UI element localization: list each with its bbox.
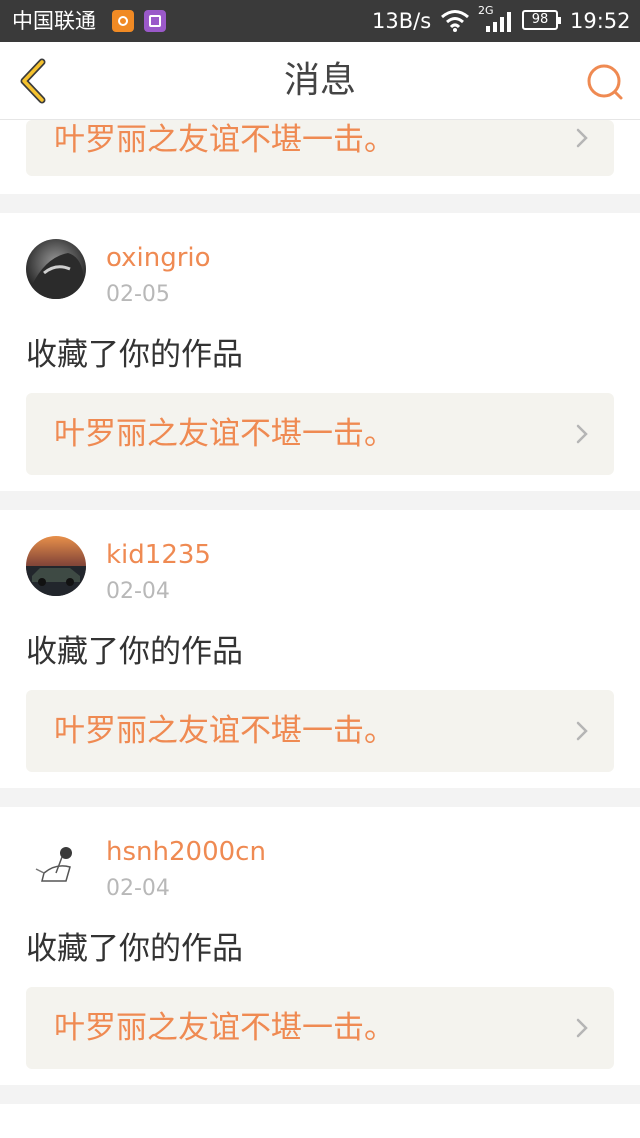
chevron-right-icon (576, 424, 588, 444)
message-card: oxingrio 02-05 收藏了你的作品 叶罗丽之友谊不堪一击。 (0, 213, 640, 491)
avatar[interactable] (26, 833, 86, 893)
signal-icon (486, 12, 514, 37)
username-link[interactable]: oxingrio (106, 241, 211, 275)
action-text: 收藏了你的作品 (26, 337, 243, 373)
work-title: 叶罗丽之友谊不堪一击。 (54, 1010, 395, 1046)
work-title: 叶罗丽之友谊不堪一击。 (54, 416, 395, 452)
message-card (0, 1104, 640, 1138)
chevron-right-icon (576, 721, 588, 741)
wifi-icon (440, 9, 470, 38)
work-title: 叶罗丽之友谊不堪一击。 (54, 713, 395, 749)
message-date: 02-04 (106, 876, 170, 901)
battery-icon: 98 (522, 10, 561, 30)
work-link[interactable]: 叶罗丽之友谊不堪一击。 (26, 393, 614, 475)
message-card: kid1235 02-04 收藏了你的作品 叶罗丽之友谊不堪一击。 (0, 510, 640, 788)
action-text: 收藏了你的作品 (26, 931, 243, 967)
avatar[interactable] (26, 536, 86, 596)
work-link[interactable]: 叶罗丽之友谊不堪一击。 (26, 690, 614, 772)
message-card: hsnh2000cn 02-04 收藏了你的作品 叶罗丽之友谊不堪一击。 (0, 807, 640, 1085)
message-card: 叶罗丽之友谊不堪一击。 (0, 120, 640, 194)
username-link[interactable]: kid1235 (106, 538, 211, 572)
uc-browser-notification-icon (112, 10, 134, 32)
clock: 19:52 (570, 9, 631, 33)
work-link[interactable]: 叶罗丽之友谊不堪一击。 (26, 987, 614, 1069)
page-title: 消息 (283, 60, 356, 101)
carrier-label: 中国联通 (12, 9, 96, 33)
message-feed[interactable]: 叶罗丽之友谊不堪一击。 oxingrio 02-05 收藏了你的作品 叶罗丽之友… (0, 120, 640, 1138)
work-link[interactable]: 叶罗丽之友谊不堪一击。 (26, 120, 614, 176)
search-icon (587, 64, 623, 100)
status-bar: 中国联通 13B/s 2G 98 19:52 (0, 0, 640, 42)
gallery-notification-icon (144, 10, 166, 32)
message-date: 02-04 (106, 579, 170, 604)
chevron-right-icon (576, 128, 588, 148)
top-nav-bar: 消息 (0, 42, 640, 120)
action-text: 收藏了你的作品 (26, 634, 243, 670)
avatar[interactable] (26, 239, 86, 299)
work-title: 叶罗丽之友谊不堪一击。 (54, 122, 395, 158)
chevron-right-icon (576, 1018, 588, 1038)
username-link[interactable]: hsnh2000cn (106, 835, 266, 869)
network-speed: 13B/s (372, 9, 432, 33)
search-button[interactable] (585, 62, 625, 102)
message-date: 02-05 (106, 282, 170, 307)
